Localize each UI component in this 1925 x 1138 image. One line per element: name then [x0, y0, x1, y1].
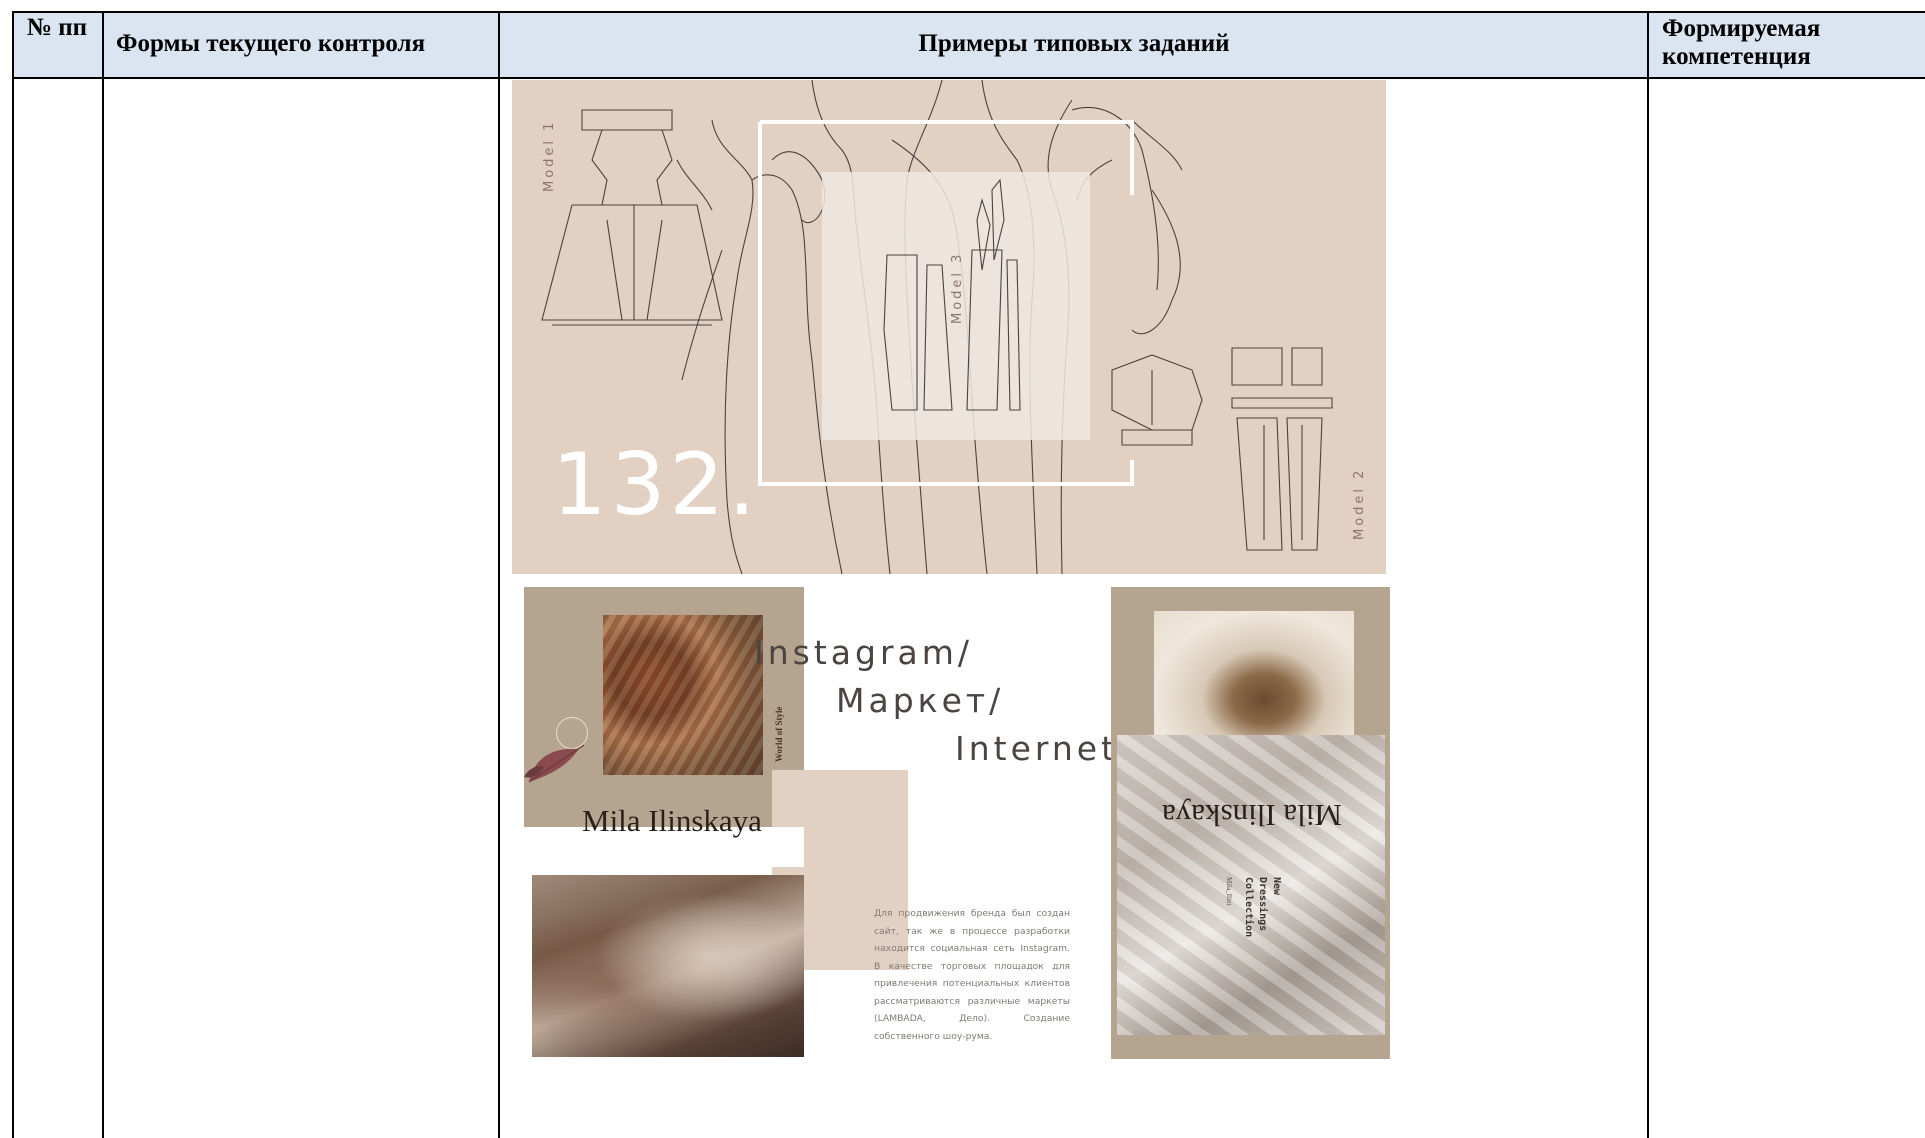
document-page: № пп Формы текущего контроля Примеры тип…	[0, 0, 1925, 1138]
brand-description: Для продвижения бренда был создан сайт, …	[874, 908, 1070, 1042]
channel-instagram: Instagram/	[754, 633, 974, 672]
ginkgo-leaf-icon	[524, 744, 585, 783]
model-label: Model 2	[1352, 467, 1367, 540]
header-examples: Примеры типовых заданий	[918, 30, 1230, 57]
world-of-style-label: World of Style	[774, 706, 784, 763]
table-top-border	[12, 11, 1925, 13]
slide-number: 132.	[552, 435, 760, 535]
column-divider	[102, 11, 104, 1138]
channel-market: Маркет/	[836, 681, 1005, 720]
model-label: Model 1	[542, 119, 557, 192]
brand-name-left: Mila Ilinskaya	[582, 803, 762, 838]
collection-title: New Dressings Collection	[1243, 877, 1282, 938]
header-number: № пп	[26, 14, 88, 41]
model-label: Model 3	[950, 251, 965, 324]
column-divider	[12, 11, 14, 1138]
header-forms: Формы текущего контроля	[116, 30, 426, 57]
channel-internet: Internet	[955, 729, 1119, 768]
model-photo-overlay	[532, 875, 804, 1057]
brand-collage: World of Style Mila Ilinskaya Instagram/…	[512, 575, 1390, 1071]
header-competence: Формируемая компетенция	[1662, 15, 1821, 70]
table-header-border	[12, 77, 1925, 79]
collection-small-label: Mila_Ilint	[1225, 877, 1233, 906]
brand-name-right: Mila Ilinskaya	[1162, 798, 1342, 833]
fashion-sketch-board: Model 1 Model 3 Model 2 132.	[512, 80, 1386, 574]
column-divider	[498, 11, 500, 1138]
brand-tile-right: Mila Ilinskaya New Dressings Collection …	[1111, 587, 1390, 1059]
column-divider	[1647, 11, 1649, 1138]
texture-overlay	[603, 615, 763, 775]
brand-tile-left: World of Style	[524, 587, 804, 827]
